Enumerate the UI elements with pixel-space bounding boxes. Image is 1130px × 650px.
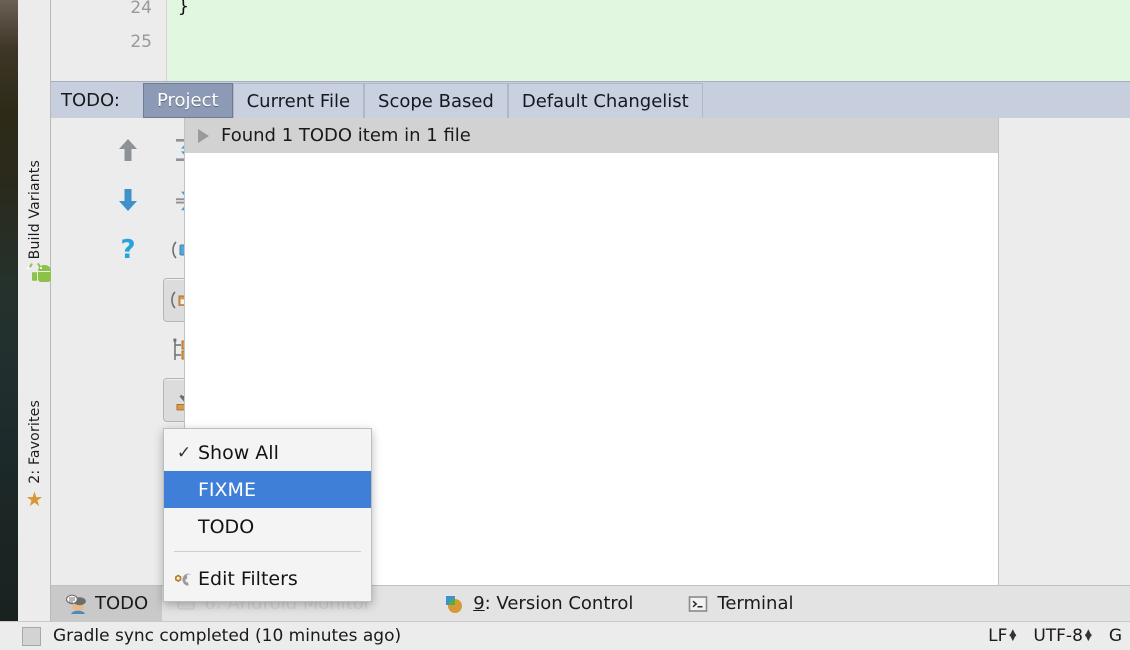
tab-label: Project bbox=[157, 90, 219, 111]
star-icon: ★ bbox=[25, 486, 44, 511]
question-mark-icon: ? bbox=[118, 236, 138, 264]
tab-label: Current File bbox=[246, 90, 351, 112]
left-tool-strip: Build Variants 2: Favorites ★ bbox=[18, 0, 51, 621]
svg-text:?: ? bbox=[120, 236, 135, 264]
menu-item-edit-filters[interactable]: Edit Filters bbox=[164, 557, 371, 601]
menu-item-label: TODO bbox=[198, 515, 255, 538]
checkmark-icon: ✓ bbox=[176, 442, 192, 463]
tab-current-file[interactable]: Current File bbox=[232, 83, 365, 118]
filter-context-menu[interactable]: ✓ Show All FIXME TODO Edit Filters bbox=[163, 428, 372, 602]
tab-label: Scope Based bbox=[378, 90, 494, 112]
menu-item-show-all[interactable]: ✓ Show All bbox=[164, 434, 371, 471]
git-branch-indicator[interactable]: G bbox=[1109, 626, 1122, 646]
sidebar-item-favorites[interactable]: 2: Favorites ★ bbox=[18, 400, 51, 509]
menu-separator bbox=[174, 551, 361, 552]
menu-item-label: Edit Filters bbox=[198, 568, 298, 590]
previous-occurrence-button[interactable] bbox=[105, 128, 151, 172]
tab-default-changelist[interactable]: Default Changelist bbox=[507, 83, 703, 118]
chevron-updown-icon: ▲ ▼ bbox=[1009, 628, 1017, 643]
line-separator-label: LF bbox=[988, 626, 1008, 646]
status-indicators: LF ▲ ▼ UTF-8 ▲ ▼ G bbox=[988, 626, 1122, 646]
next-occurrence-button[interactable] bbox=[105, 178, 151, 222]
line-number: 24 bbox=[130, 0, 152, 18]
bottom-tab-label: 9: Version Control bbox=[473, 593, 634, 614]
todo-header-bar: TODO: Project Current File Scope Based D… bbox=[51, 81, 1130, 118]
arrow-down-icon bbox=[117, 187, 139, 213]
todo-person-icon bbox=[65, 594, 87, 614]
todo-filter-tabs: Project Current File Scope Based Default… bbox=[143, 82, 703, 119]
bottom-tab-terminal[interactable]: Terminal bbox=[673, 586, 807, 622]
sidebar-item-label: 2: Favorites bbox=[26, 400, 43, 484]
bottom-tab-version-control[interactable]: 9: Version Control bbox=[429, 586, 647, 622]
code-editor: 24 25 } bbox=[51, 0, 1130, 81]
git-branch-label: G bbox=[1108, 626, 1122, 646]
disclosure-triangle-icon[interactable] bbox=[198, 128, 209, 143]
todo-preview-pane bbox=[998, 118, 1130, 585]
desktop-wallpaper bbox=[0, 0, 18, 621]
bottom-tab-label: TODO bbox=[95, 593, 149, 614]
arrow-up-icon bbox=[117, 137, 139, 163]
menu-item-label: FIXME bbox=[198, 478, 256, 501]
version-control-icon bbox=[443, 594, 465, 614]
code-text: } bbox=[178, 0, 189, 17]
terminal-icon bbox=[687, 594, 709, 614]
line-number: 25 bbox=[130, 32, 152, 52]
menu-item-todo[interactable]: TODO bbox=[164, 508, 371, 545]
bottom-tab-label: Terminal bbox=[717, 593, 794, 614]
editor-gutter: 24 25 bbox=[51, 0, 167, 81]
bottom-tab-todo[interactable]: TODO bbox=[51, 585, 163, 622]
sidebar-item-label: Build Variants bbox=[26, 160, 43, 260]
chevron-updown-icon: ▲ ▼ bbox=[1084, 628, 1092, 643]
help-button[interactable]: ? bbox=[105, 228, 151, 272]
screenshot-root: Build Variants 2: Favorites ★ 24 25} TO… bbox=[0, 0, 1130, 650]
todo-panel-title: TODO: bbox=[61, 90, 120, 111]
encoding-indicator[interactable]: UTF-8 ▲ ▼ bbox=[1033, 626, 1091, 646]
tab-scope-based[interactable]: Scope Based bbox=[364, 83, 508, 118]
todo-results-summary: Found 1 TODO item in 1 file bbox=[221, 125, 471, 146]
tab-label: Default Changelist bbox=[521, 90, 689, 112]
encoding-label: UTF-8 bbox=[1033, 626, 1083, 646]
editor-code-area[interactable]: } bbox=[168, 0, 1130, 81]
menu-item-label: Show All bbox=[198, 441, 279, 464]
todo-results-header[interactable]: Found 1 TODO item in 1 file bbox=[185, 118, 998, 153]
wrench-gear-icon bbox=[170, 568, 198, 590]
line-separator-indicator[interactable]: LF ▲ ▼ bbox=[988, 626, 1016, 646]
tab-project[interactable]: Project bbox=[143, 83, 233, 118]
status-progress-box bbox=[22, 626, 41, 646]
menu-item-fixme[interactable]: FIXME bbox=[164, 471, 371, 508]
status-bar: Gradle sync completed (10 minutes ago) L… bbox=[0, 621, 1130, 650]
status-message: Gradle sync completed (10 minutes ago) bbox=[53, 626, 402, 646]
sidebar-item-build-variants[interactable]: Build Variants bbox=[18, 160, 51, 283]
